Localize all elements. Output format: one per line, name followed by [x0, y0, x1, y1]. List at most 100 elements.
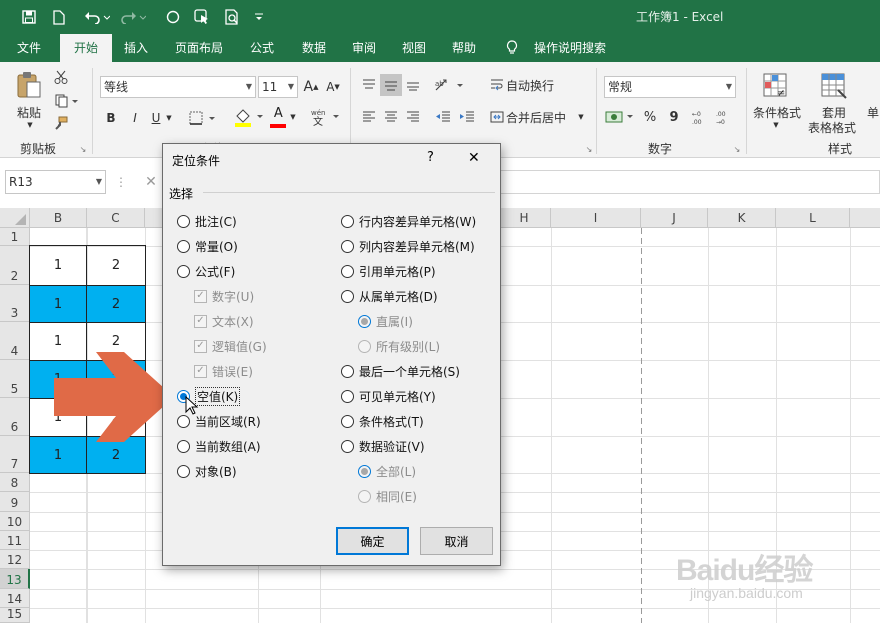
option-constants[interactable]: 常量(O) [177, 236, 238, 256]
row-header-5[interactable]: 5 [0, 360, 30, 398]
column-header-j[interactable]: J [641, 208, 708, 228]
cell-b3[interactable]: 1 [29, 285, 87, 323]
shrink-font-button[interactable]: A ▼ [324, 76, 342, 98]
row-header-13[interactable]: 13 [0, 569, 30, 589]
customize-qat-icon[interactable] [252, 6, 266, 28]
select-pointer-icon[interactable] [192, 6, 212, 28]
align-center-icon[interactable] [380, 106, 402, 128]
option-validation-all[interactable]: 全部(L) [358, 461, 416, 481]
option-last-cell[interactable]: 最后一个单元格(S) [341, 361, 460, 381]
option-all-levels[interactable]: 所有级别(L) [358, 336, 440, 356]
tab-review[interactable]: 审阅 [342, 34, 386, 62]
currency-icon[interactable] [604, 106, 638, 128]
wrap-text-icon[interactable] [488, 74, 506, 96]
font-name-combo[interactable]: 等线 ▼ [100, 76, 256, 98]
alignment-launcher-icon[interactable]: ↘ [584, 144, 594, 154]
row-header-6[interactable]: 6 [0, 398, 30, 436]
row-header-10[interactable]: 10 [0, 512, 30, 531]
option-formulas[interactable]: 公式(F) [177, 261, 235, 281]
help-icon[interactable]: ? [427, 150, 434, 165]
tab-insert[interactable]: 插入 [114, 34, 158, 62]
fill-color-icon[interactable] [232, 106, 266, 128]
paste-icon[interactable] [14, 70, 44, 100]
italic-button[interactable]: I [126, 108, 144, 128]
save-icon[interactable] [20, 6, 38, 28]
font-size-combo[interactable]: 11 ▼ [258, 76, 298, 98]
row-header-2[interactable]: 2 [0, 246, 30, 285]
name-box[interactable]: R13 ▼ [5, 170, 106, 194]
print-preview-icon[interactable] [222, 6, 242, 28]
clipboard-launcher-icon[interactable]: ↘ [78, 144, 88, 154]
cancel-button[interactable]: 取消 [420, 527, 493, 555]
row-header-8[interactable]: 8 [0, 473, 30, 492]
option-logicals[interactable]: ✓ 逻辑值(G) [194, 336, 267, 356]
orientation-icon[interactable]: ab [432, 74, 466, 96]
tab-page-layout[interactable]: 页面布局 [168, 34, 230, 62]
increase-decimal-icon[interactable]: ←0.00 [690, 106, 712, 128]
select-all-corner[interactable] [0, 208, 30, 228]
tab-file[interactable]: 文件 [8, 34, 50, 62]
new-file-icon[interactable] [50, 6, 68, 28]
number-format-combo[interactable]: 常规 ▼ [604, 76, 736, 98]
row-header-1[interactable]: 1 [0, 228, 30, 246]
cell-b2[interactable]: 1 [29, 245, 87, 286]
column-header-k[interactable]: K [708, 208, 776, 228]
bold-button[interactable]: B [102, 108, 120, 128]
format-as-table-icon[interactable] [818, 70, 850, 102]
font-color-button[interactable]: A ▼ [268, 106, 298, 128]
option-comments[interactable]: 批注(C) [177, 211, 237, 231]
row-header-12[interactable]: 12 [0, 550, 30, 569]
tab-view[interactable]: 视图 [392, 34, 436, 62]
align-middle-icon[interactable] [380, 74, 402, 96]
underline-button[interactable]: U [148, 108, 164, 128]
cell-styles-button[interactable]: 单 [866, 104, 880, 120]
merge-center-button[interactable]: 合并后居中 [506, 106, 574, 128]
lightbulb-icon[interactable] [503, 34, 521, 62]
column-header-h[interactable]: H [498, 208, 551, 228]
circle-shape-icon[interactable] [164, 6, 182, 28]
borders-icon[interactable] [188, 108, 218, 128]
option-conditional-formats[interactable]: 条件格式(T) [341, 411, 424, 431]
column-header-c[interactable]: C [87, 208, 145, 228]
phonetic-guide-icon[interactable]: wén 文 [308, 106, 342, 128]
option-validation-same[interactable]: 相同(E) [358, 486, 417, 506]
decrease-indent-icon[interactable] [432, 106, 454, 128]
row-header-11[interactable]: 11 [0, 531, 30, 550]
conditional-format-button[interactable]: 条件格式 [750, 104, 804, 120]
conditional-format-dropdown-icon[interactable]: ▼ [770, 120, 782, 130]
align-right-icon[interactable] [402, 106, 424, 128]
cancel-entry-icon[interactable]: ✕ [140, 172, 162, 192]
option-precedents[interactable]: 引用单元格(P) [341, 261, 436, 281]
align-top-icon[interactable] [358, 74, 380, 96]
option-numbers[interactable]: ✓ 数字(U) [194, 286, 254, 306]
align-bottom-icon[interactable] [402, 74, 424, 96]
tab-data[interactable]: 数据 [292, 34, 336, 62]
column-header-i[interactable]: I [551, 208, 641, 228]
conditional-format-icon[interactable]: ≠ [760, 70, 792, 102]
tab-home[interactable]: 开始 [60, 34, 112, 62]
merge-dropdown-icon[interactable]: ▼ [576, 110, 586, 124]
row-header-3[interactable]: 3 [0, 285, 30, 322]
row-header-15[interactable]: 15 [0, 607, 30, 623]
option-column-differences[interactable]: 列内容差异单元格(M) [341, 236, 475, 256]
option-data-validation[interactable]: 数据验证(V) [341, 436, 425, 456]
cell-c3[interactable]: 2 [86, 285, 146, 323]
decrease-decimal-icon[interactable]: .00 →0 [714, 106, 736, 128]
option-visible-cells[interactable]: 可见单元格(Y) [341, 386, 436, 406]
increase-indent-icon[interactable] [456, 106, 478, 128]
close-icon[interactable]: ✕ [468, 150, 480, 166]
percent-button[interactable]: % [640, 106, 660, 128]
option-dependents[interactable]: 从属单元格(D) [341, 286, 438, 306]
format-painter-icon[interactable] [52, 114, 70, 132]
row-header-9[interactable]: 9 [0, 492, 30, 512]
row-header-14[interactable]: 14 [0, 589, 30, 608]
underline-dropdown-icon[interactable]: ▼ [164, 112, 174, 124]
column-header-d[interactable] [145, 208, 163, 228]
number-launcher-icon[interactable]: ↘ [732, 144, 742, 154]
column-header-m[interactable] [850, 208, 880, 228]
undo-icon[interactable] [82, 6, 112, 28]
tab-help[interactable]: 帮助 [442, 34, 486, 62]
tell-me-search[interactable]: 操作说明搜索 [528, 34, 612, 62]
wrap-text-button[interactable]: 自动换行 [506, 74, 562, 96]
option-objects[interactable]: 对象(B) [177, 461, 237, 481]
